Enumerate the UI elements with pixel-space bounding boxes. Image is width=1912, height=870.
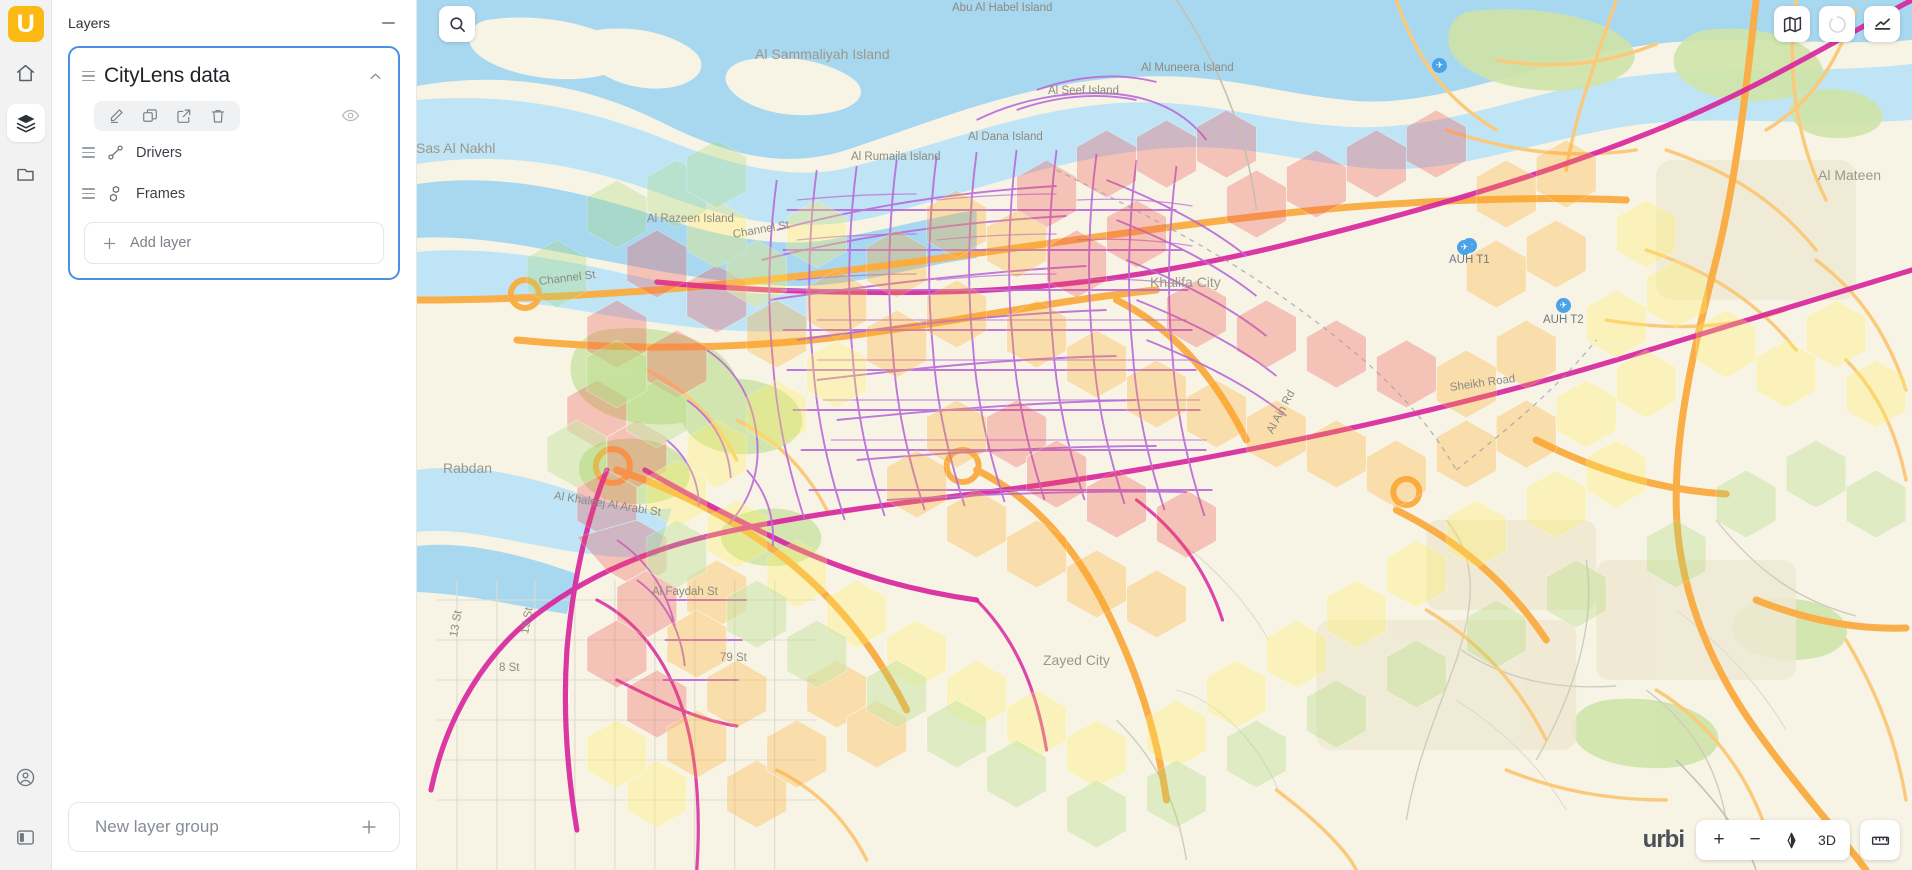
layer-group-actions	[94, 100, 384, 132]
page-title: Layers	[68, 15, 111, 31]
copy-icon	[143, 109, 157, 122]
visibility-toggle-button[interactable]	[338, 104, 362, 126]
zoom-toolbar: + − 3D	[1696, 820, 1850, 860]
trash-icon	[211, 110, 225, 123]
zoom-out-button[interactable]: −	[1738, 823, 1772, 857]
delete-layer-button[interactable]	[202, 102, 234, 130]
icon-rail: U	[0, 0, 52, 870]
minimize-panel-button[interactable]	[378, 13, 398, 33]
new-layer-group-label: New layer group	[95, 817, 219, 836]
map-icon	[1783, 16, 1801, 32]
export-layer-button[interactable]	[168, 102, 200, 130]
map-top-right-controls	[1774, 6, 1900, 42]
sidebar-item-toggle-panel[interactable]	[7, 818, 45, 856]
compass-icon	[1787, 832, 1795, 848]
action-button-group	[94, 101, 240, 131]
ruler-icon	[1871, 836, 1889, 845]
chevron-up-icon	[370, 73, 381, 79]
zoom-in-button[interactable]: +	[1702, 823, 1736, 857]
add-layer-label: Add layer	[130, 235, 192, 251]
sidebar-item-account[interactable]	[7, 758, 45, 796]
drag-handle-icon[interactable]	[82, 188, 98, 199]
eye-icon	[341, 109, 359, 121]
refresh-button[interactable]	[1819, 6, 1855, 42]
folder-icon	[17, 168, 34, 181]
panel-toggle-icon	[17, 829, 34, 845]
app-logo: U	[7, 6, 44, 42]
search-icon	[449, 16, 465, 32]
loading-spinner-icon	[1828, 15, 1846, 33]
drag-handle-icon[interactable]	[82, 147, 98, 158]
panel-header: Layers	[52, 0, 416, 46]
measure-button[interactable]	[1860, 820, 1900, 860]
sidebar-item-layers[interactable]	[6, 104, 45, 142]
layer-label: Frames	[136, 185, 186, 202]
new-layer-group-button[interactable]: New layer group	[68, 802, 400, 852]
pencil-icon	[110, 109, 123, 124]
chart-line-icon	[1874, 17, 1890, 30]
collapse-group-button[interactable]	[367, 68, 384, 85]
basemap-graphic	[417, 0, 1912, 870]
brand-logo: urbi	[1642, 826, 1685, 853]
map-canvas[interactable]: Abu Al Habel Island Al Sammaliyah Island…	[416, 0, 1912, 870]
layer-row-drivers[interactable]: Drivers	[70, 132, 398, 173]
hexagon-cluster-icon	[104, 183, 126, 205]
layer-label: Drivers	[136, 144, 182, 161]
external-link-icon	[177, 109, 191, 123]
sidebar-item-home[interactable]	[7, 54, 45, 92]
line-path-icon	[104, 142, 126, 164]
drag-handle-icon[interactable]	[82, 70, 98, 82]
layers-panel: Layers CityLens data Drivers Frames Add …	[52, 0, 416, 870]
sidebar-item-projects[interactable]	[7, 154, 45, 192]
analytics-button[interactable]	[1864, 6, 1900, 42]
rail-bottom-group	[7, 736, 45, 870]
layers-icon	[16, 114, 35, 133]
toggle-3d-button[interactable]: 3D	[1810, 823, 1844, 857]
layer-group-name: CityLens data	[104, 64, 230, 87]
map-bottom-right-controls: urbi + − 3D	[1643, 820, 1900, 860]
layer-group-header: CityLens data	[70, 58, 398, 90]
edit-layer-button[interactable]	[100, 102, 132, 130]
add-layer-button[interactable]: Add layer	[84, 222, 384, 264]
panel-footer: New layer group	[52, 802, 416, 870]
duplicate-layer-button[interactable]	[134, 102, 166, 130]
layer-row-frames[interactable]: Frames	[70, 173, 398, 214]
map-search-button[interactable]	[439, 6, 475, 42]
plus-icon	[359, 817, 379, 837]
layer-group-card: CityLens data Drivers Frames Add layer	[68, 46, 400, 280]
app-root: U Layers CityLens data Drivers Frames Ad…	[0, 0, 1912, 870]
compass-button[interactable]	[1774, 823, 1808, 857]
panel-body: CityLens data Drivers Frames Add layer	[52, 46, 416, 802]
home-icon	[16, 64, 35, 81]
plus-icon	[101, 235, 118, 252]
basemap-button[interactable]	[1774, 6, 1810, 42]
account-icon	[16, 768, 35, 786]
